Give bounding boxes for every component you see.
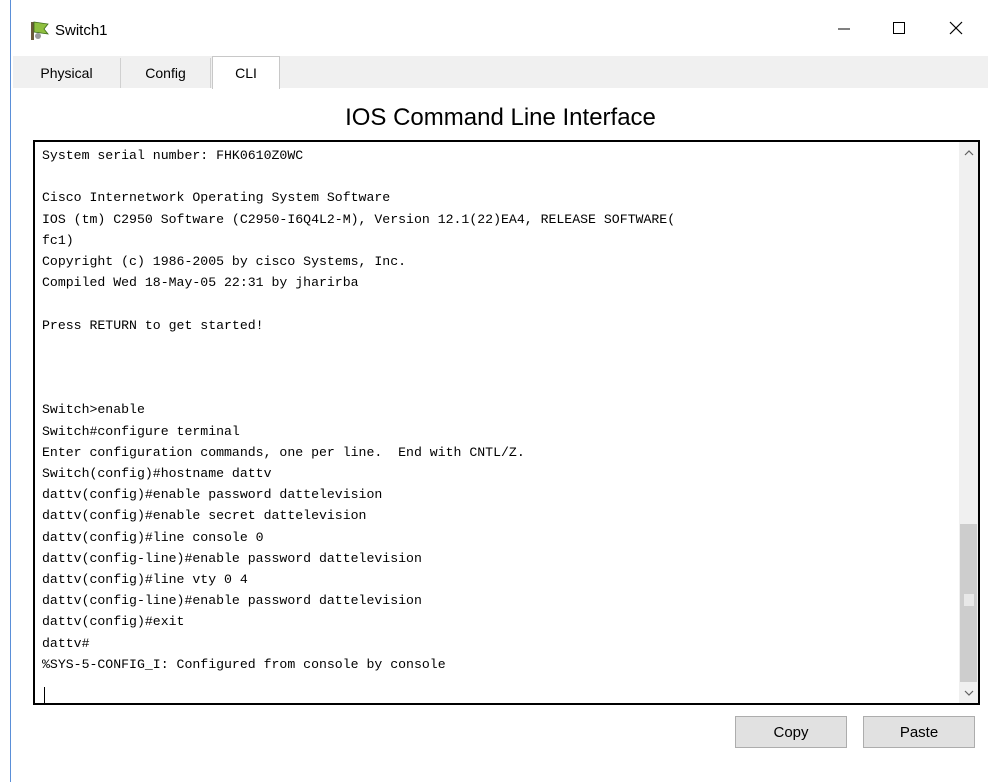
chevron-up-icon xyxy=(964,149,973,155)
paste-button[interactable]: Paste xyxy=(863,716,975,748)
switch-window: Switch1 Physical Config CLI IOS Command … xyxy=(13,0,988,782)
tab-physical[interactable]: Physical xyxy=(13,58,121,88)
close-icon xyxy=(949,21,963,35)
left-window-edge xyxy=(0,0,13,782)
cli-terminal[interactable]: System serial number: FHK0610Z0WC Cisco … xyxy=(33,140,980,705)
switch-icon xyxy=(31,21,49,40)
text-cursor xyxy=(44,687,45,703)
close-button[interactable] xyxy=(933,8,979,48)
maximize-button[interactable] xyxy=(876,8,922,48)
maximize-icon xyxy=(893,22,905,34)
vertical-scrollbar[interactable] xyxy=(959,142,978,703)
tab-config[interactable]: Config xyxy=(121,58,211,88)
tab-bar: Physical Config CLI xyxy=(13,56,988,89)
terminal-output[interactable]: System serial number: FHK0610Z0WC Cisco … xyxy=(42,145,942,675)
scroll-thumb[interactable] xyxy=(960,524,977,682)
scroll-up-button[interactable] xyxy=(959,142,978,162)
tab-cli[interactable]: CLI xyxy=(212,56,280,89)
copy-button[interactable]: Copy xyxy=(735,716,847,748)
minimize-icon xyxy=(838,28,850,30)
chevron-down-icon xyxy=(964,690,973,696)
window-title: Switch1 xyxy=(55,22,108,39)
minimize-button[interactable] xyxy=(821,8,867,48)
title-bar[interactable]: Switch1 xyxy=(13,0,988,56)
scroll-down-button[interactable] xyxy=(959,683,978,703)
cli-heading: IOS Command Line Interface xyxy=(345,104,656,131)
